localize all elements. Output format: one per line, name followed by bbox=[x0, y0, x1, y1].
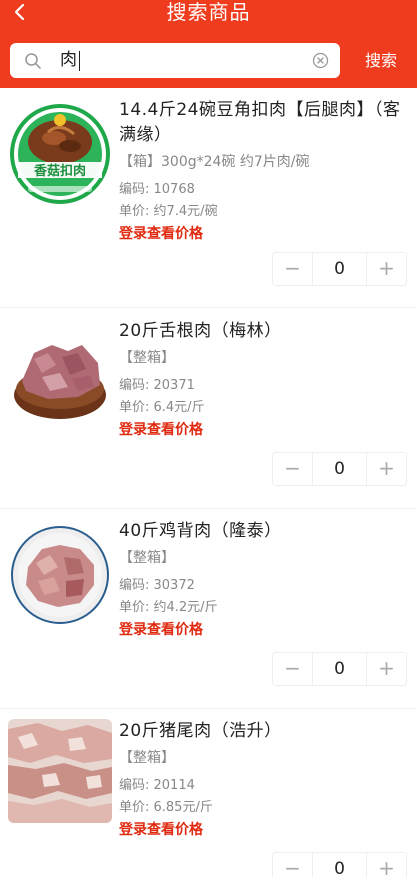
text-cursor bbox=[79, 51, 80, 71]
product-name[interactable]: 40斤鸡背肉（隆泰） bbox=[119, 519, 409, 544]
product-image-label: 香菇扣肉 bbox=[33, 163, 86, 179]
login-to-view-price-link[interactable]: 登录查看价格 bbox=[119, 419, 409, 441]
product-spec: 【整箱】 bbox=[119, 550, 175, 566]
login-to-view-price-link[interactable]: 登录查看价格 bbox=[119, 223, 409, 245]
product-spec: 【整箱】 bbox=[119, 350, 175, 366]
quantity-value[interactable]: 0 bbox=[313, 653, 366, 685]
product-price: 单价: 约7.4元/碗 bbox=[119, 204, 218, 219]
header-bar: 搜索商品 搜索 bbox=[0, 0, 417, 88]
product-name[interactable]: 20斤猪尾肉（浩升） bbox=[119, 719, 409, 744]
product-code: 编码: 20371 bbox=[119, 378, 195, 393]
increment-button[interactable]: + bbox=[366, 253, 406, 285]
page-title: 搜索商品 bbox=[166, 0, 251, 24]
product-item[interactable]: 香菇扣肉 14.4斤24碗豆角扣肉【后腿肉】（客满缘） 【箱】300g*24碗 … bbox=[0, 88, 417, 308]
product-spec: 【整箱】 bbox=[119, 750, 175, 766]
search-input[interactable] bbox=[60, 43, 300, 78]
clear-icon[interactable] bbox=[312, 52, 329, 69]
search-box[interactable] bbox=[10, 43, 340, 78]
search-icon bbox=[25, 53, 41, 69]
product-spec: 【箱】300g*24碗 约7片肉/碗 bbox=[119, 154, 310, 170]
product-name[interactable]: 20斤舌根肉（梅林） bbox=[119, 319, 409, 344]
decrement-button[interactable]: − bbox=[273, 253, 313, 285]
product-code: 编码: 20114 bbox=[119, 778, 195, 793]
product-item[interactable]: 40斤鸡背肉（隆泰） 【整箱】 编码: 30372 单价: 约4.2元/斤 登录… bbox=[0, 509, 417, 709]
quantity-stepper: − 0 + bbox=[272, 652, 407, 686]
product-image bbox=[8, 719, 112, 823]
quantity-stepper: − 0 + bbox=[272, 852, 407, 877]
product-item[interactable]: 20斤猪尾肉（浩升） 【整箱】 编码: 20114 单价: 6.85元/斤 登录… bbox=[0, 709, 417, 877]
login-to-view-price-link[interactable]: 登录查看价格 bbox=[119, 819, 409, 841]
product-code: 编码: 30372 bbox=[119, 578, 195, 593]
decrement-button[interactable]: − bbox=[273, 853, 313, 877]
quantity-value[interactable]: 0 bbox=[313, 853, 366, 877]
product-image: 香菇扣肉 bbox=[8, 102, 112, 206]
product-code: 编码: 10768 bbox=[119, 182, 195, 197]
product-image bbox=[8, 323, 112, 427]
search-button[interactable]: 搜索 bbox=[352, 43, 410, 78]
product-name[interactable]: 14.4斤24碗豆角扣肉【后腿肉】（客满缘） bbox=[119, 98, 409, 148]
product-price: 单价: 约4.2元/斤 bbox=[119, 600, 218, 615]
increment-button[interactable]: + bbox=[366, 453, 406, 485]
increment-button[interactable]: + bbox=[366, 653, 406, 685]
product-price: 单价: 6.4元/斤 bbox=[119, 400, 205, 415]
quantity-value[interactable]: 0 bbox=[313, 453, 366, 485]
increment-button[interactable]: + bbox=[366, 853, 406, 877]
product-item[interactable]: 20斤舌根肉（梅林） 【整箱】 编码: 20371 单价: 6.4元/斤 登录查… bbox=[0, 309, 417, 509]
decrement-button[interactable]: − bbox=[273, 453, 313, 485]
quantity-stepper: − 0 + bbox=[272, 452, 407, 486]
quantity-stepper: − 0 + bbox=[272, 252, 407, 286]
product-image bbox=[8, 523, 112, 627]
decrement-button[interactable]: − bbox=[273, 653, 313, 685]
product-price: 单价: 6.85元/斤 bbox=[119, 800, 213, 815]
login-to-view-price-link[interactable]: 登录查看价格 bbox=[119, 619, 409, 641]
quantity-value[interactable]: 0 bbox=[313, 253, 366, 285]
